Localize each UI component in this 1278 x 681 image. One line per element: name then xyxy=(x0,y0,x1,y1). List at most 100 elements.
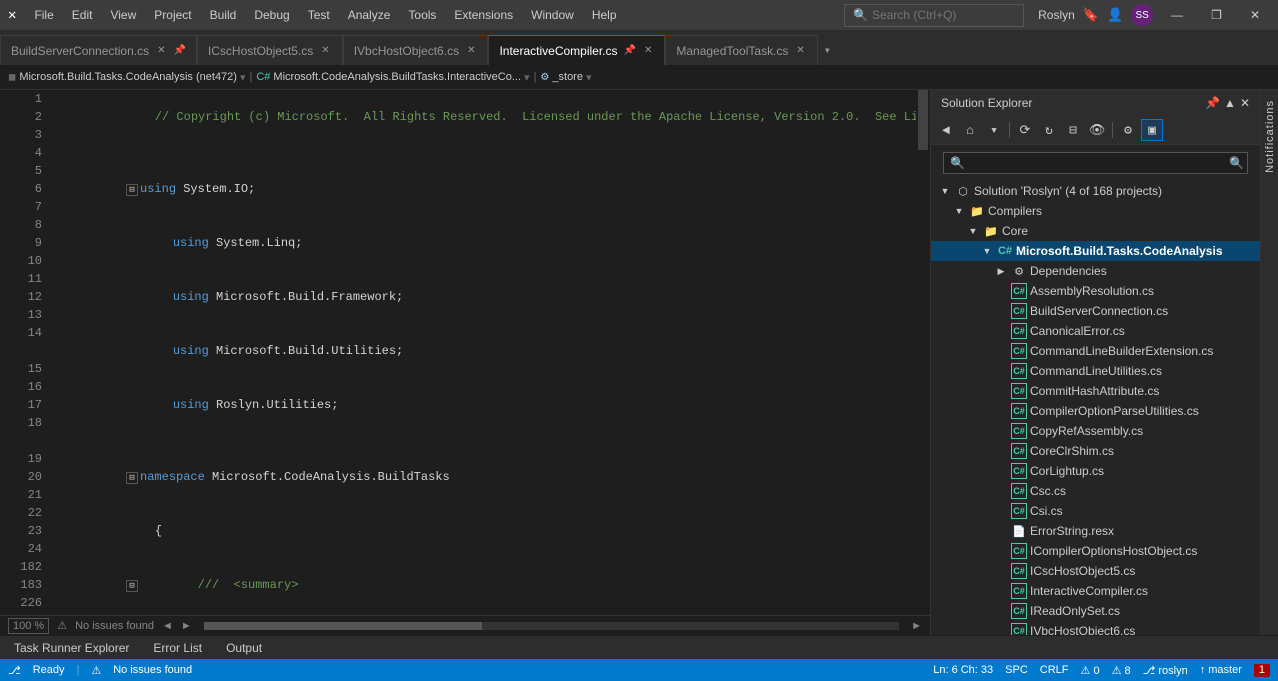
code-content[interactable]: // Copyright (c) Microsoft. All Rights R… xyxy=(50,90,916,615)
collapse-icon-11[interactable]: ⊟ xyxy=(126,580,138,592)
tab-build-server-connection[interactable]: BuildServerConnection.cs ✕ 📌 xyxy=(0,35,197,65)
se-settings-btn[interactable]: ⚙ xyxy=(1117,119,1139,141)
tree-commit-hash[interactable]: ▶ C# CommitHashAttribute.cs xyxy=(931,381,1260,401)
menu-view[interactable]: View xyxy=(102,4,144,26)
tab-output[interactable]: Output xyxy=(216,639,272,657)
menu-tools[interactable]: Tools xyxy=(400,4,444,26)
close-button[interactable]: ✕ xyxy=(1240,4,1270,26)
tree-compiler-option-parse[interactable]: ▶ C# CompilerOptionParseUtilities.cs xyxy=(931,401,1260,421)
tab-icsc-host[interactable]: ICscHostObject5.cs ✕ xyxy=(197,35,343,65)
se-home-btn[interactable]: ⌂ xyxy=(959,119,981,141)
tab-close-icon[interactable]: ✕ xyxy=(319,44,331,57)
code-line-3: ⊟using System.IO; xyxy=(54,162,916,216)
se-sync-btn[interactable]: ⟳ xyxy=(1014,119,1036,141)
error-icon: ⚠ xyxy=(91,664,101,677)
tab-error-list[interactable]: Error List xyxy=(143,639,212,657)
tree-ivbc-host6[interactable]: ▶ C# IVbcHostObject6.cs xyxy=(931,621,1260,635)
avatar[interactable]: SS xyxy=(1131,4,1153,26)
menu-test[interactable]: Test xyxy=(300,4,338,26)
pin-icon[interactable]: 📌 xyxy=(624,45,636,56)
menu-window[interactable]: Window xyxy=(523,4,582,26)
menu-extensions[interactable]: Extensions xyxy=(446,4,521,26)
se-dock-btn[interactable]: 📌 xyxy=(1205,96,1220,110)
bookmark-icon[interactable]: 🔖 xyxy=(1083,8,1099,23)
search-input[interactable] xyxy=(872,8,1012,22)
project-label: Microsoft.Build.Tasks.CodeAnalysis xyxy=(1016,244,1223,258)
tree-ireadonlyset[interactable]: ▶ C# IReadOnlySet.cs xyxy=(931,601,1260,621)
collapse-icon-3[interactable]: ⊟ xyxy=(126,184,138,196)
file-arrow: ▶ xyxy=(994,564,1008,578)
code-line-10: { xyxy=(54,504,916,558)
menu-analyze[interactable]: Analyze xyxy=(340,4,399,26)
tree-corlightup[interactable]: ▶ C# CorLightup.cs xyxy=(931,461,1260,481)
se-filter-btn[interactable]: ▣ xyxy=(1141,119,1163,141)
tree-csc[interactable]: ▶ C# Csc.cs xyxy=(931,481,1260,501)
tree-icompiler-options[interactable]: ▶ C# ICompilerOptionsHostObject.cs xyxy=(931,541,1260,561)
collapse-icon-9[interactable]: ⊟ xyxy=(126,472,138,484)
address-bar: ◼ Microsoft.Build.Tasks.CodeAnalysis (ne… xyxy=(0,65,1278,90)
tab-managed-tool[interactable]: ManagedToolTask.cs ✕ xyxy=(665,35,817,65)
menu-file[interactable]: File xyxy=(26,4,61,26)
se-refresh-btn[interactable]: ↻ xyxy=(1038,119,1060,141)
tab-close-icon[interactable]: ✕ xyxy=(642,44,654,57)
tree-cmdline-utils[interactable]: ▶ C# CommandLineUtilities.cs xyxy=(931,361,1260,381)
file-arrow: ▶ xyxy=(994,464,1008,478)
minimize-button[interactable]: — xyxy=(1161,4,1193,26)
h-scrollbar-thumb[interactable] xyxy=(204,622,482,630)
tree-errorstring[interactable]: ▶ 📄 ErrorString.resx xyxy=(931,521,1260,541)
solution-explorer-search[interactable] xyxy=(943,152,1248,174)
tree-core[interactable]: ▼ 📁 Core xyxy=(931,221,1260,241)
folder-icon: 📁 xyxy=(983,223,999,239)
bottom-tab-bar: Task Runner Explorer Error List Output xyxy=(0,635,1278,659)
main-area: 1 2 3 4 5 6 7 8 9 10 11 12 13 14 - 15 16… xyxy=(0,90,1278,635)
breadcrumb-right[interactable]: C# Microsoft.CodeAnalysis.BuildTasks.Int… xyxy=(256,71,529,84)
maximize-button[interactable]: ❐ xyxy=(1201,4,1232,26)
h-scrollbar[interactable] xyxy=(204,622,899,630)
tree-cmdline-builder-ext[interactable]: ▶ C# CommandLineBuilderExtension.cs xyxy=(931,341,1260,361)
se-close-btn[interactable]: ✕ xyxy=(1240,96,1250,110)
menu-edit[interactable]: Edit xyxy=(64,4,101,26)
scrollbar-thumb[interactable] xyxy=(918,90,928,150)
tree-interactive-compiler-file[interactable]: ▶ C# InteractiveCompiler.cs xyxy=(931,581,1260,601)
tab-close-icon[interactable]: ✕ xyxy=(155,44,167,57)
profile-icon[interactable]: 👤 xyxy=(1107,8,1123,23)
cs-file-icon: C# xyxy=(1011,423,1027,439)
se-back-btn[interactable]: ◄ xyxy=(935,119,957,141)
cs-file-icon: C# xyxy=(1011,583,1027,599)
tree-dependencies[interactable]: ▶ ⚙ Dependencies xyxy=(931,261,1260,281)
tree-csi[interactable]: ▶ C# Csi.cs xyxy=(931,501,1260,521)
nav-left-icon[interactable]: ◄ xyxy=(162,620,173,632)
pin-icon[interactable]: 📌 xyxy=(173,45,185,56)
editor-scrollbar[interactable] xyxy=(916,90,930,615)
se-show-all-btn[interactable]: 👁 xyxy=(1086,119,1108,141)
menu-build[interactable]: Build xyxy=(202,4,245,26)
tree-copy-ref-assembly[interactable]: ▶ C# CopyRefAssembly.cs xyxy=(931,421,1260,441)
tree-solution[interactable]: ▼ ⬡ Solution 'Roslyn' (4 of 168 projects… xyxy=(931,181,1260,201)
tab-overflow-btn[interactable]: ▾ xyxy=(818,35,837,65)
se-dropdown-btn[interactable]: ▾ xyxy=(983,119,1005,141)
tree-icsc-host5[interactable]: ▶ C# ICscHostObject5.cs xyxy=(931,561,1260,581)
tree-project[interactable]: ▼ C# Microsoft.Build.Tasks.CodeAnalysis xyxy=(931,241,1260,261)
menu-help[interactable]: Help xyxy=(584,4,625,26)
tab-close-icon[interactable]: ✕ xyxy=(794,44,806,57)
tree-canonical-error[interactable]: ▶ C# CanonicalError.cs xyxy=(931,321,1260,341)
nav-right-icon[interactable]: ► xyxy=(181,620,192,632)
tab-interactive-compiler[interactable]: InteractiveCompiler.cs 📌 ✕ xyxy=(488,35,665,65)
zoom-level: 100 % xyxy=(8,618,49,634)
tree-assembly-res[interactable]: ▶ C# AssemblyResolution.cs xyxy=(931,281,1260,301)
cs-file-icon: C# xyxy=(1011,343,1027,359)
tree-build-server-conn[interactable]: ▶ C# BuildServerConnection.cs xyxy=(931,301,1260,321)
breadcrumb-left[interactable]: ◼ Microsoft.Build.Tasks.CodeAnalysis (ne… xyxy=(8,71,246,84)
nav-end-icon[interactable]: ► xyxy=(911,620,922,632)
tab-close-icon[interactable]: ✕ xyxy=(465,44,477,57)
tab-task-runner-explorer[interactable]: Task Runner Explorer xyxy=(4,639,139,657)
tab-ivbc-host[interactable]: IVbcHostObject6.cs ✕ xyxy=(343,35,489,65)
tree-coreclrshim[interactable]: ▶ C# CoreClrShim.cs xyxy=(931,441,1260,461)
breadcrumb-store[interactable]: ⚙ _store ▾ xyxy=(540,71,591,84)
se-expand-btn[interactable]: ▲ xyxy=(1224,96,1236,110)
menu-debug[interactable]: Debug xyxy=(246,4,297,26)
se-collapse-btn[interactable]: ⊟ xyxy=(1062,119,1084,141)
tree-compilers[interactable]: ▼ 📁 Compilers xyxy=(931,201,1260,221)
status-right: Ln: 6 Ch: 33 SPC CRLF ⚠ 0 ⚠ 8 ⎇ roslyn ↑… xyxy=(933,664,1270,677)
menu-project[interactable]: Project xyxy=(146,4,199,26)
